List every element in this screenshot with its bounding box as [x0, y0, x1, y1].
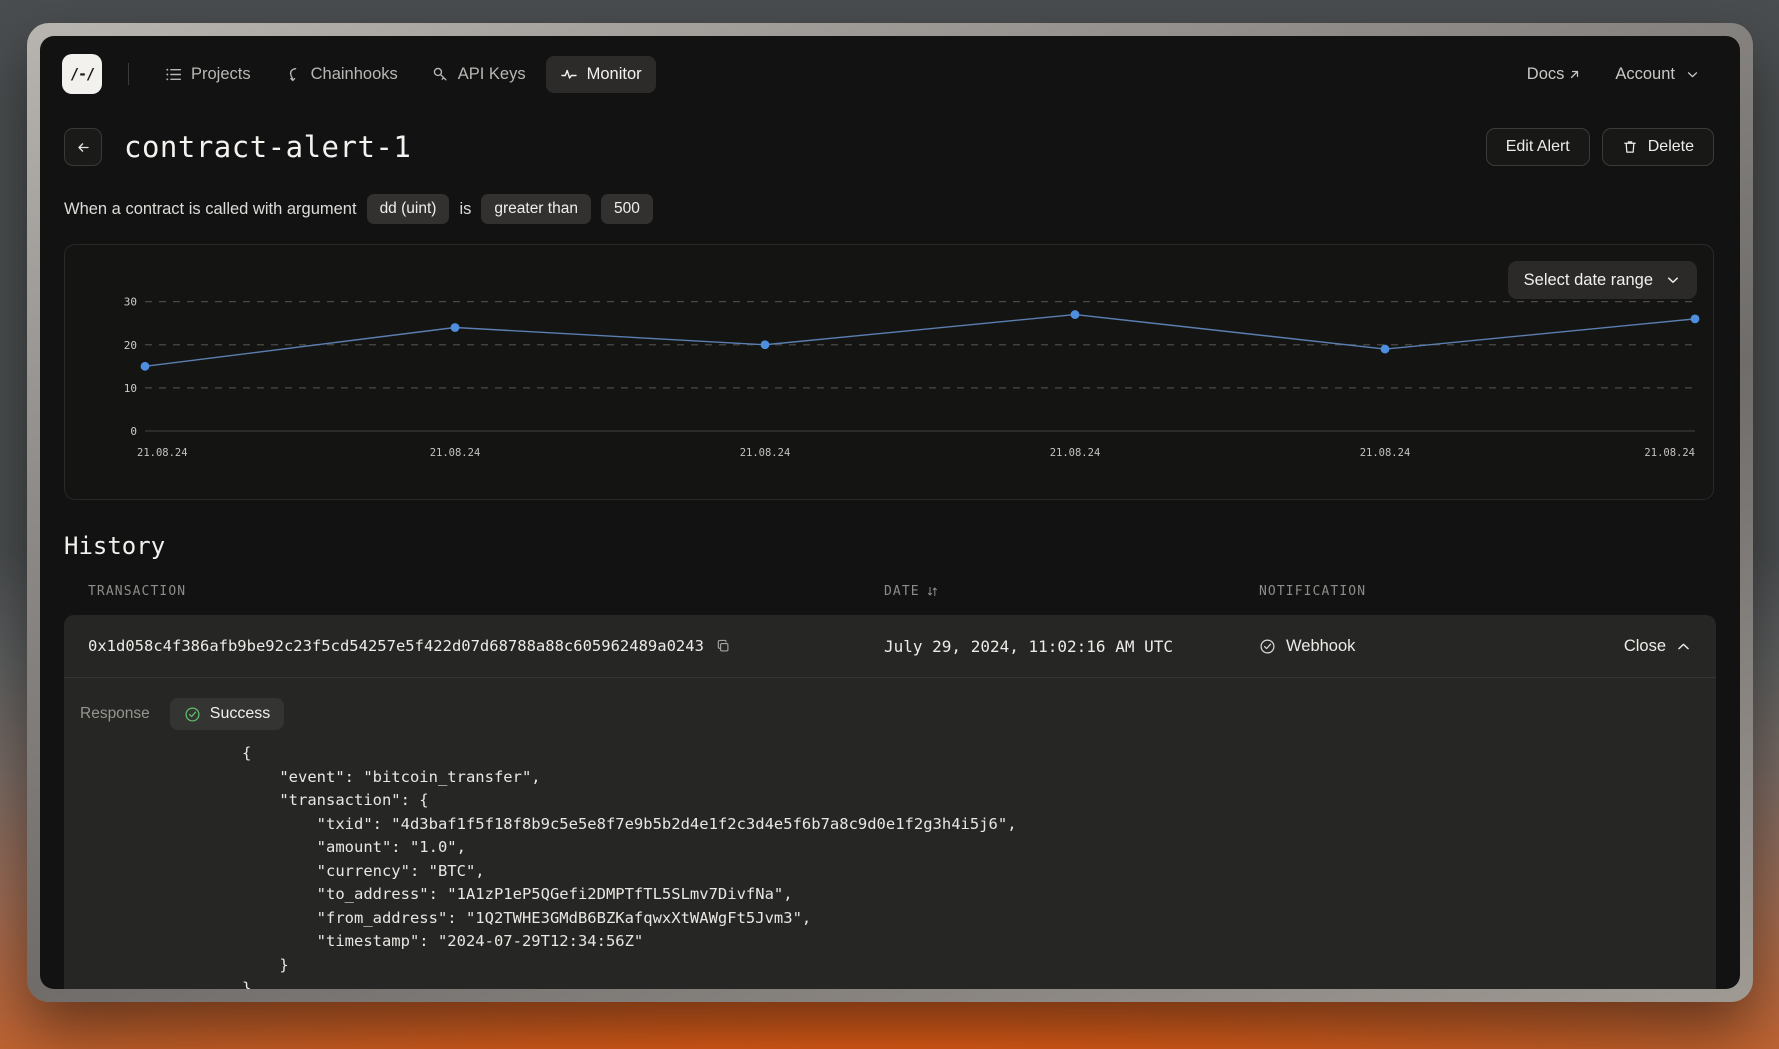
column-header-notification: NOTIFICATION: [1259, 584, 1367, 599]
chart-data-point[interactable]: [760, 340, 770, 350]
status-badge-label: Success: [209, 705, 271, 722]
nav-item-label: Projects: [191, 64, 251, 83]
chart-panel: Select date range 0 10 20 30 21.08.24 21.08.2…: [64, 244, 1714, 500]
x-axis-tick: 21.08.24: [430, 447, 481, 459]
page-header: contract-alert-1 Edit Alert Delete: [40, 120, 1740, 174]
nav-item-label: Chainhooks: [310, 64, 398, 83]
condition-value-chip[interactable]: 500: [600, 194, 653, 224]
transaction-hash: 0x1d058c4f386afb9be92c23f5cd54257e5f422d…: [88, 637, 704, 655]
check-circle-icon: [184, 706, 201, 723]
check-circle-icon: [1259, 638, 1276, 655]
nav-right-group: Docs Account: [1527, 65, 1714, 84]
column-header-date-label: DATE: [884, 584, 920, 599]
condition-argument-chip[interactable]: dd (uint): [366, 194, 450, 224]
history-heading: History: [64, 532, 166, 560]
cell-date: July 29, 2024, 11:02:16 AM UTC: [884, 637, 1259, 656]
list-icon: [165, 66, 182, 83]
chart-data-point[interactable]: [450, 323, 460, 332]
trash-icon: [1622, 139, 1638, 155]
response-label: Response: [80, 705, 150, 722]
chevron-up-icon: [1675, 638, 1692, 655]
chart-data-point[interactable]: [1070, 310, 1080, 319]
page-actions: Edit Alert Delete: [1485, 128, 1714, 166]
chart-data-point[interactable]: [140, 361, 150, 371]
line-chart: 0 10 20 30 21.08.24 21.08.24 21.08.24 21.08.24 2…: [124, 296, 1700, 459]
status-badge: Success: [169, 698, 285, 730]
condition-verb: is: [459, 199, 472, 218]
x-axis-tick: 21.08.24: [137, 447, 188, 459]
table-row: 0x1d058c4f386afb9be92c23f5cd54257e5f422d…: [64, 615, 1716, 989]
edit-alert-label: Edit Alert: [1505, 138, 1570, 155]
nav-divider: [128, 63, 129, 85]
sort-arrows-icon: [926, 585, 939, 598]
y-axis-tick: 20: [124, 339, 137, 352]
nav-item-api-keys[interactable]: API Keys: [418, 56, 540, 93]
external-link-icon: [1568, 68, 1581, 81]
history-table-header: TRANSACTION DATE NOTIFICATION: [40, 584, 1740, 599]
app-logo[interactable]: /-/: [62, 54, 102, 94]
y-axis-tick: 0: [130, 425, 137, 438]
app-window: /-/ Projects Chainhooks API Keys Monitor…: [40, 36, 1740, 989]
column-header-date[interactable]: DATE: [884, 584, 1259, 599]
y-axis-tick: 30: [124, 296, 137, 309]
docs-link[interactable]: Docs: [1527, 65, 1582, 84]
y-axis-tick: 10: [124, 382, 137, 395]
page-title: contract-alert-1: [124, 130, 412, 164]
account-label: Account: [1615, 64, 1675, 83]
arrow-left-icon: [75, 139, 92, 156]
nav-item-label: API Keys: [457, 64, 526, 83]
history-row-summary: 0x1d058c4f386afb9be92c23f5cd54257e5f422d…: [64, 615, 1716, 677]
x-axis-tick: 21.08.24: [1360, 447, 1411, 459]
activity-icon: [560, 65, 578, 83]
top-navigation-bar: /-/ Projects Chainhooks API Keys Monitor…: [40, 36, 1740, 112]
edit-alert-button[interactable]: Edit Alert: [1485, 128, 1590, 166]
chart-data-point[interactable]: [1690, 314, 1700, 324]
column-header-transaction: TRANSACTION: [88, 584, 187, 599]
row-toggle-label: Close: [1623, 636, 1666, 655]
chart-data-point[interactable]: [1380, 344, 1390, 354]
back-button[interactable]: [64, 128, 102, 166]
alert-condition: When a contract is called with argument …: [40, 194, 1740, 224]
delete-label: Delete: [1647, 138, 1694, 155]
notification-type: Webhook: [1286, 636, 1356, 655]
hook-icon: [285, 66, 302, 83]
cell-notification: Webhook: [1259, 637, 1586, 656]
docs-label: Docs: [1526, 64, 1565, 83]
response-payload: { "event": "bitcoin_transfer", "transact…: [242, 744, 1017, 989]
nav-item-label: Monitor: [586, 64, 642, 83]
condition-prefix: When a contract is called with argument: [64, 199, 357, 218]
nav-items: Projects Chainhooks API Keys Monitor: [151, 55, 656, 93]
condition-operator-chip[interactable]: greater than: [481, 194, 591, 224]
chevron-down-icon: [1685, 67, 1700, 82]
nav-item-monitor[interactable]: Monitor: [545, 55, 656, 93]
delete-button[interactable]: Delete: [1601, 128, 1714, 166]
row-toggle-button[interactable]: Close: [1586, 637, 1716, 656]
account-menu[interactable]: Account: [1615, 65, 1700, 84]
cell-transaction: 0x1d058c4f386afb9be92c23f5cd54257e5f422d…: [64, 637, 884, 655]
key-icon: [432, 66, 449, 83]
x-axis-tick: 21.08.24: [1644, 447, 1695, 459]
nav-item-chainhooks[interactable]: Chainhooks: [271, 56, 412, 93]
row-date: July 29, 2024, 11:02:16 AM UTC: [884, 636, 1173, 656]
x-axis-tick: 21.08.24: [1050, 447, 1101, 459]
response-header: Response Success: [64, 678, 1716, 730]
x-axis-tick: 21.08.24: [740, 447, 791, 459]
nav-item-projects[interactable]: Projects: [151, 56, 265, 93]
copy-icon[interactable]: [716, 639, 731, 654]
